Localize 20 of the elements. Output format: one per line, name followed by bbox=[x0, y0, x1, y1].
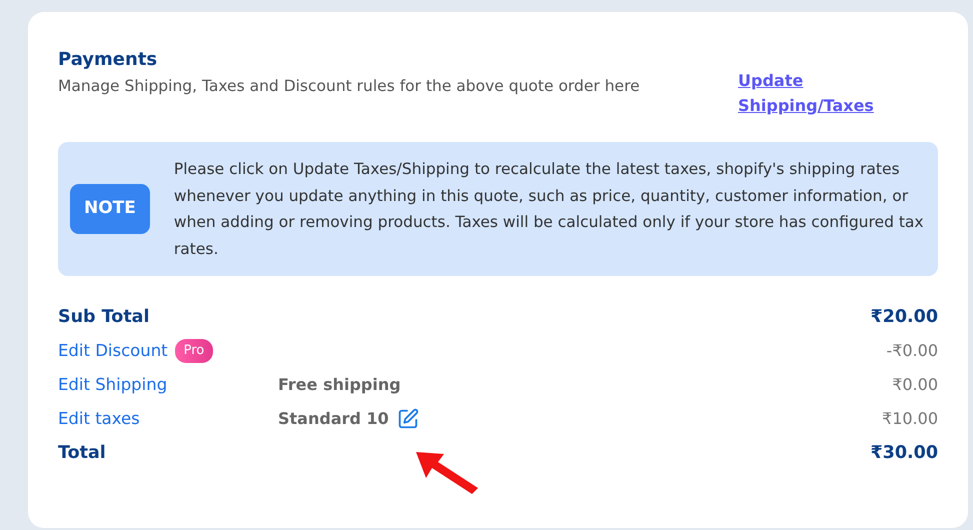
detail-text: Standard 10 bbox=[278, 408, 389, 430]
edit-icon[interactable] bbox=[396, 408, 419, 430]
edit-link[interactable]: Edit taxes bbox=[58, 406, 140, 432]
section-title: Payments bbox=[58, 48, 158, 72]
update-link[interactable]: Update Shipping/Taxes bbox=[738, 68, 898, 118]
total-amount: ₹20.00 bbox=[870, 306, 938, 329]
total-label: Total bbox=[58, 442, 106, 465]
total-amount: ₹30.00 bbox=[870, 442, 938, 465]
total-label: Sub Total bbox=[58, 306, 150, 329]
amount-text: ₹10.00 bbox=[882, 408, 938, 430]
amount-text: ₹0.00 bbox=[892, 374, 938, 396]
edit-link[interactable]: Edit Discount bbox=[58, 338, 168, 364]
note-badge: NOTE bbox=[70, 184, 150, 234]
arrow-icon bbox=[414, 450, 480, 496]
edit-link[interactable]: Edit Shipping bbox=[58, 372, 168, 398]
note-text: Please click on Update Taxes/Shipping to recalculate the latest taxes, shopify's shipping rates whenever you update anything in this quote, such as price, quantity, customer information, or when adding or removing products. Taxes will be calculated only if your store has configured tax rates. bbox=[174, 159, 924, 260]
amount-text: -₹0.00 bbox=[886, 340, 938, 362]
section-description: Manage Shipping, Taxes and Discount rules for the above quote order here bbox=[58, 76, 641, 97]
detail-text: Free shipping bbox=[278, 374, 401, 396]
pro-badge: Pro bbox=[174, 339, 214, 363]
